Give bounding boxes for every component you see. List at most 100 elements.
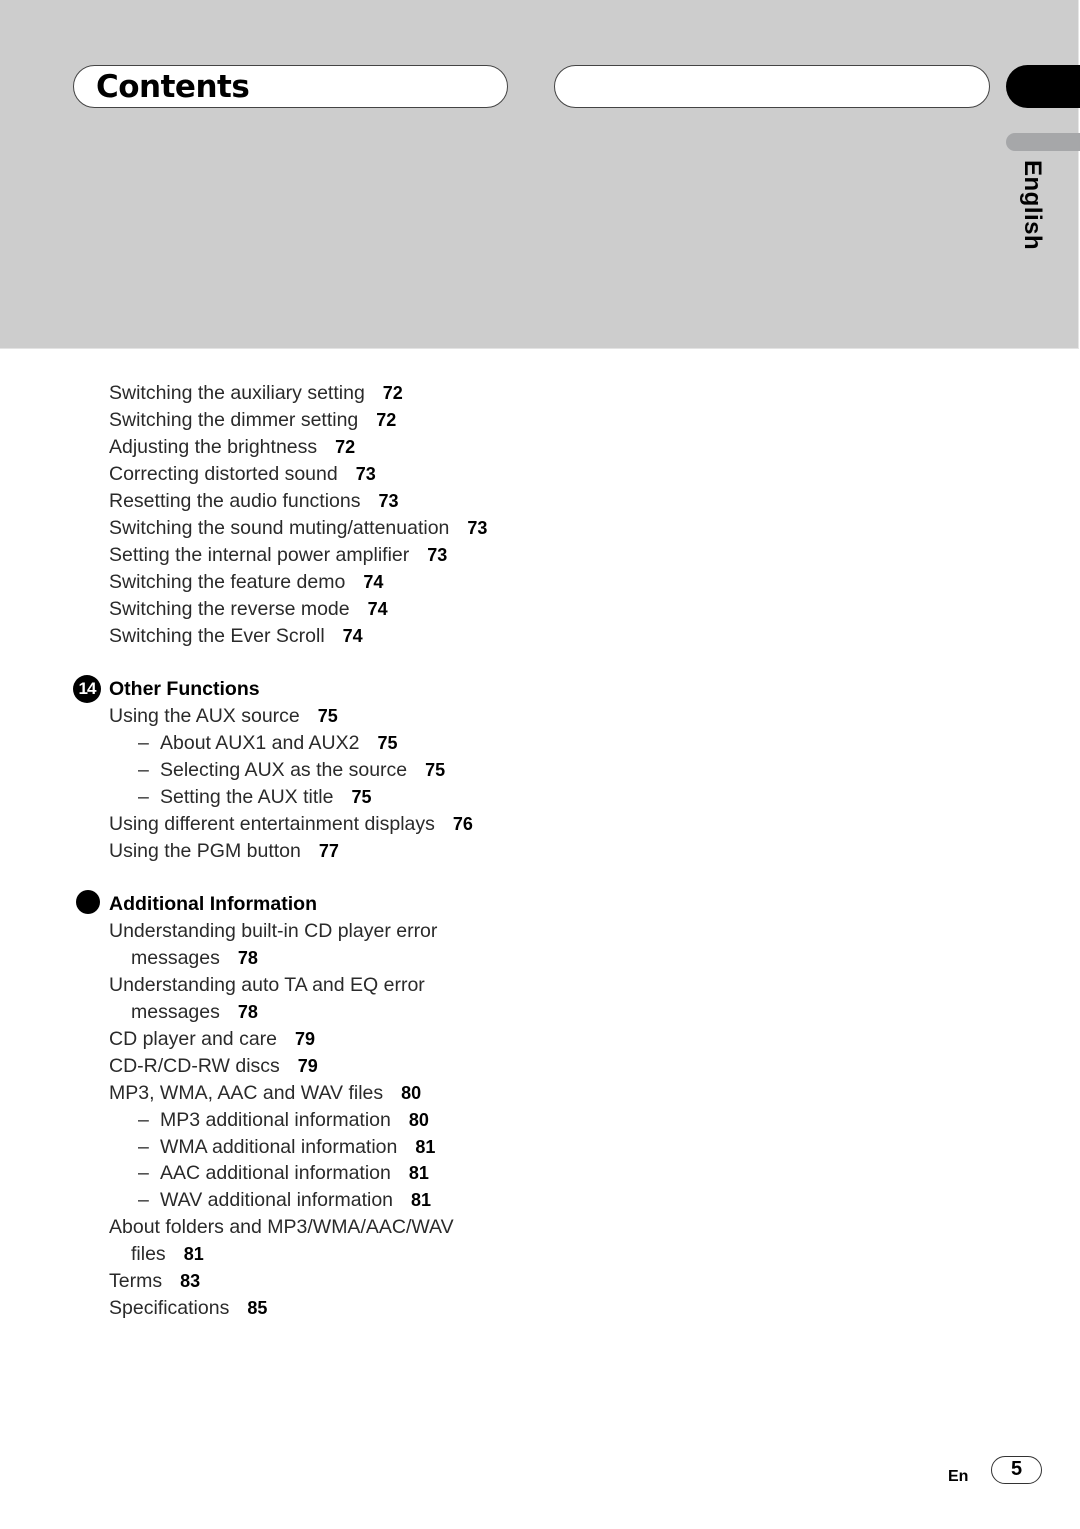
dash-bullet: –	[138, 1136, 149, 1158]
toc-entry[interactable]: Using the PGM button 77	[109, 839, 339, 863]
toc-entry-title: CD-R/CD-RW discs	[109, 1055, 280, 1077]
header-band	[0, 0, 1079, 349]
toc-entry-page: 77	[318, 841, 339, 861]
toc-entry-page: 83	[180, 1271, 201, 1291]
toc-entry-page: 75	[351, 787, 372, 807]
toc-entry-page: 73	[467, 518, 488, 538]
toc-entry-page: 74	[342, 626, 363, 646]
toc-entry-title: About AUX1 and AUX2	[160, 732, 360, 754]
toc-entry-page: 72	[382, 383, 403, 403]
toc-entry-page: 73	[355, 464, 376, 484]
toc-entry-page: 81	[411, 1190, 432, 1210]
language-tab-marker	[1006, 133, 1080, 151]
section-number-badge	[76, 890, 100, 914]
toc-entry[interactable]: Using the AUX source 75	[109, 704, 338, 728]
toc-entry-title: Switching the reverse mode	[109, 598, 350, 620]
toc-entry[interactable]: Setting the internal power amplifier 73	[109, 543, 447, 567]
toc-subentry[interactable]: – About AUX1 and AUX2 75	[138, 731, 398, 755]
toc-entry-title: MP3 additional information	[160, 1109, 391, 1131]
footer-language-code: En	[948, 1468, 969, 1485]
section-number-badge: 14	[73, 675, 101, 703]
toc-entry[interactable]: Switching the reverse mode 74	[109, 597, 388, 621]
toc-entry-title: files	[131, 1243, 166, 1265]
toc-entry[interactable]: Resetting the audio functions 73	[109, 489, 399, 513]
toc-entry-page: 74	[367, 599, 388, 619]
toc-entry-page: 81	[183, 1244, 204, 1264]
toc-entry-title: WMA additional information	[160, 1136, 398, 1158]
toc-entry-continuation[interactable]: messages 78	[131, 1000, 258, 1024]
dash-bullet: –	[138, 1109, 149, 1131]
title-pill: Contents	[73, 65, 508, 108]
toc-entry-continuation[interactable]: files 81	[131, 1242, 204, 1266]
toc-entry-page: 75	[317, 706, 338, 726]
toc-entry[interactable]: Adjusting the brightness 72	[109, 435, 355, 459]
toc-entry-title: Resetting the audio functions	[109, 490, 361, 512]
toc-entry-page: 79	[295, 1029, 316, 1049]
toc-entry-title: Using the PGM button	[109, 840, 301, 862]
toc-entry-title: Understanding built-in CD player error	[109, 920, 438, 942]
toc-entry-title: AAC additional information	[160, 1162, 391, 1184]
toc-entry-page: 81	[415, 1137, 436, 1157]
toc-entry-title: Switching the feature demo	[109, 571, 346, 593]
toc-entry-title: Understanding auto TA and EQ error	[109, 974, 425, 996]
dash-bullet: –	[138, 759, 149, 781]
section-tab-marker	[1006, 65, 1080, 108]
toc-entry-page: 72	[335, 437, 356, 457]
page-number: 5	[991, 1456, 1042, 1484]
toc-entry-title: WAV additional information	[160, 1189, 394, 1211]
toc-entry-title: messages	[131, 947, 220, 969]
section-heading[interactable]: Additional Information	[109, 892, 317, 916]
toc-entry[interactable]: Switching the feature demo 74	[109, 570, 383, 594]
toc-entry[interactable]: Switching the sound muting/attenuation 73	[109, 516, 487, 540]
toc-entry-title: Correcting distorted sound	[109, 463, 338, 485]
toc-entry-title: MP3, WMA, AAC and WAV files	[109, 1082, 384, 1104]
toc-subentry[interactable]: – Setting the AUX title 75	[138, 785, 371, 809]
toc-entry[interactable]: About folders and MP3/WMA/AAC/WAV	[109, 1215, 454, 1239]
toc-entry-page: 80	[401, 1083, 422, 1103]
toc-entry-page: 75	[425, 760, 446, 780]
toc-entry-title: Using the AUX source	[109, 705, 300, 727]
toc-entry-title: Adjusting the brightness	[109, 436, 318, 458]
toc-subentry[interactable]: – WMA additional information 81	[138, 1135, 435, 1159]
toc-entry-page: 73	[378, 491, 399, 511]
toc-entry[interactable]: Switching the auxiliary setting 72	[109, 381, 403, 405]
toc-entry-title: CD player and care	[109, 1028, 277, 1050]
toc-subentry[interactable]: – MP3 additional information 80	[138, 1108, 429, 1132]
toc-entry-title: Switching the auxiliary setting	[109, 382, 365, 404]
toc-entry-page: 80	[408, 1110, 429, 1130]
section-heading[interactable]: Other Functions	[109, 677, 260, 701]
dash-bullet: –	[138, 732, 149, 754]
toc-entry[interactable]: Understanding auto TA and EQ error	[109, 973, 425, 997]
toc-entry-title: Switching the sound muting/attenuation	[109, 517, 450, 539]
toc-entry[interactable]: Switching the Ever Scroll 74	[109, 624, 363, 648]
toc-entry-page: 74	[363, 572, 384, 592]
toc-entry[interactable]: CD-R/CD-RW discs 79	[109, 1054, 318, 1078]
toc-entry[interactable]: CD player and care 79	[109, 1027, 315, 1051]
toc-entry-page: 78	[237, 1002, 258, 1022]
toc-entry[interactable]: Terms 83	[109, 1269, 200, 1293]
toc-subentry[interactable]: – WAV additional information 81	[138, 1188, 431, 1212]
toc-entry-title: messages	[131, 1001, 220, 1023]
toc-entry-page: 76	[452, 814, 473, 834]
toc-entry[interactable]: Understanding built-in CD player error	[109, 919, 437, 943]
toc-entry-page: 79	[297, 1056, 318, 1076]
toc-subentry[interactable]: – Selecting AUX as the source 75	[138, 758, 445, 782]
page-title: Contents	[96, 69, 250, 105]
toc-entry-continuation[interactable]: messages 78	[131, 946, 258, 970]
chapter-title-pill	[554, 65, 990, 108]
toc-entry[interactable]: Correcting distorted sound 73	[109, 462, 376, 486]
toc-entry-page: 78	[237, 948, 258, 968]
toc-entry-page: 81	[408, 1163, 429, 1183]
toc-entry[interactable]: Switching the dimmer setting 72	[109, 408, 396, 432]
toc-subentry[interactable]: – AAC additional information 81	[138, 1161, 429, 1185]
dash-bullet: –	[138, 786, 149, 808]
toc-entry[interactable]: Using different entertainment displays 76	[109, 812, 473, 836]
language-tab-label: English	[1019, 160, 1046, 251]
toc-entry-title: Setting the internal power amplifier	[109, 544, 410, 566]
toc-entry-page: 75	[377, 733, 398, 753]
toc-entry-page: 72	[376, 410, 397, 430]
toc-entry[interactable]: MP3, WMA, AAC and WAV files 80	[109, 1081, 421, 1105]
toc-entry[interactable]: Specifications 85	[109, 1296, 267, 1320]
toc-entry-title: Switching the Ever Scroll	[109, 625, 325, 647]
toc-entry-title: Specifications	[109, 1297, 230, 1319]
